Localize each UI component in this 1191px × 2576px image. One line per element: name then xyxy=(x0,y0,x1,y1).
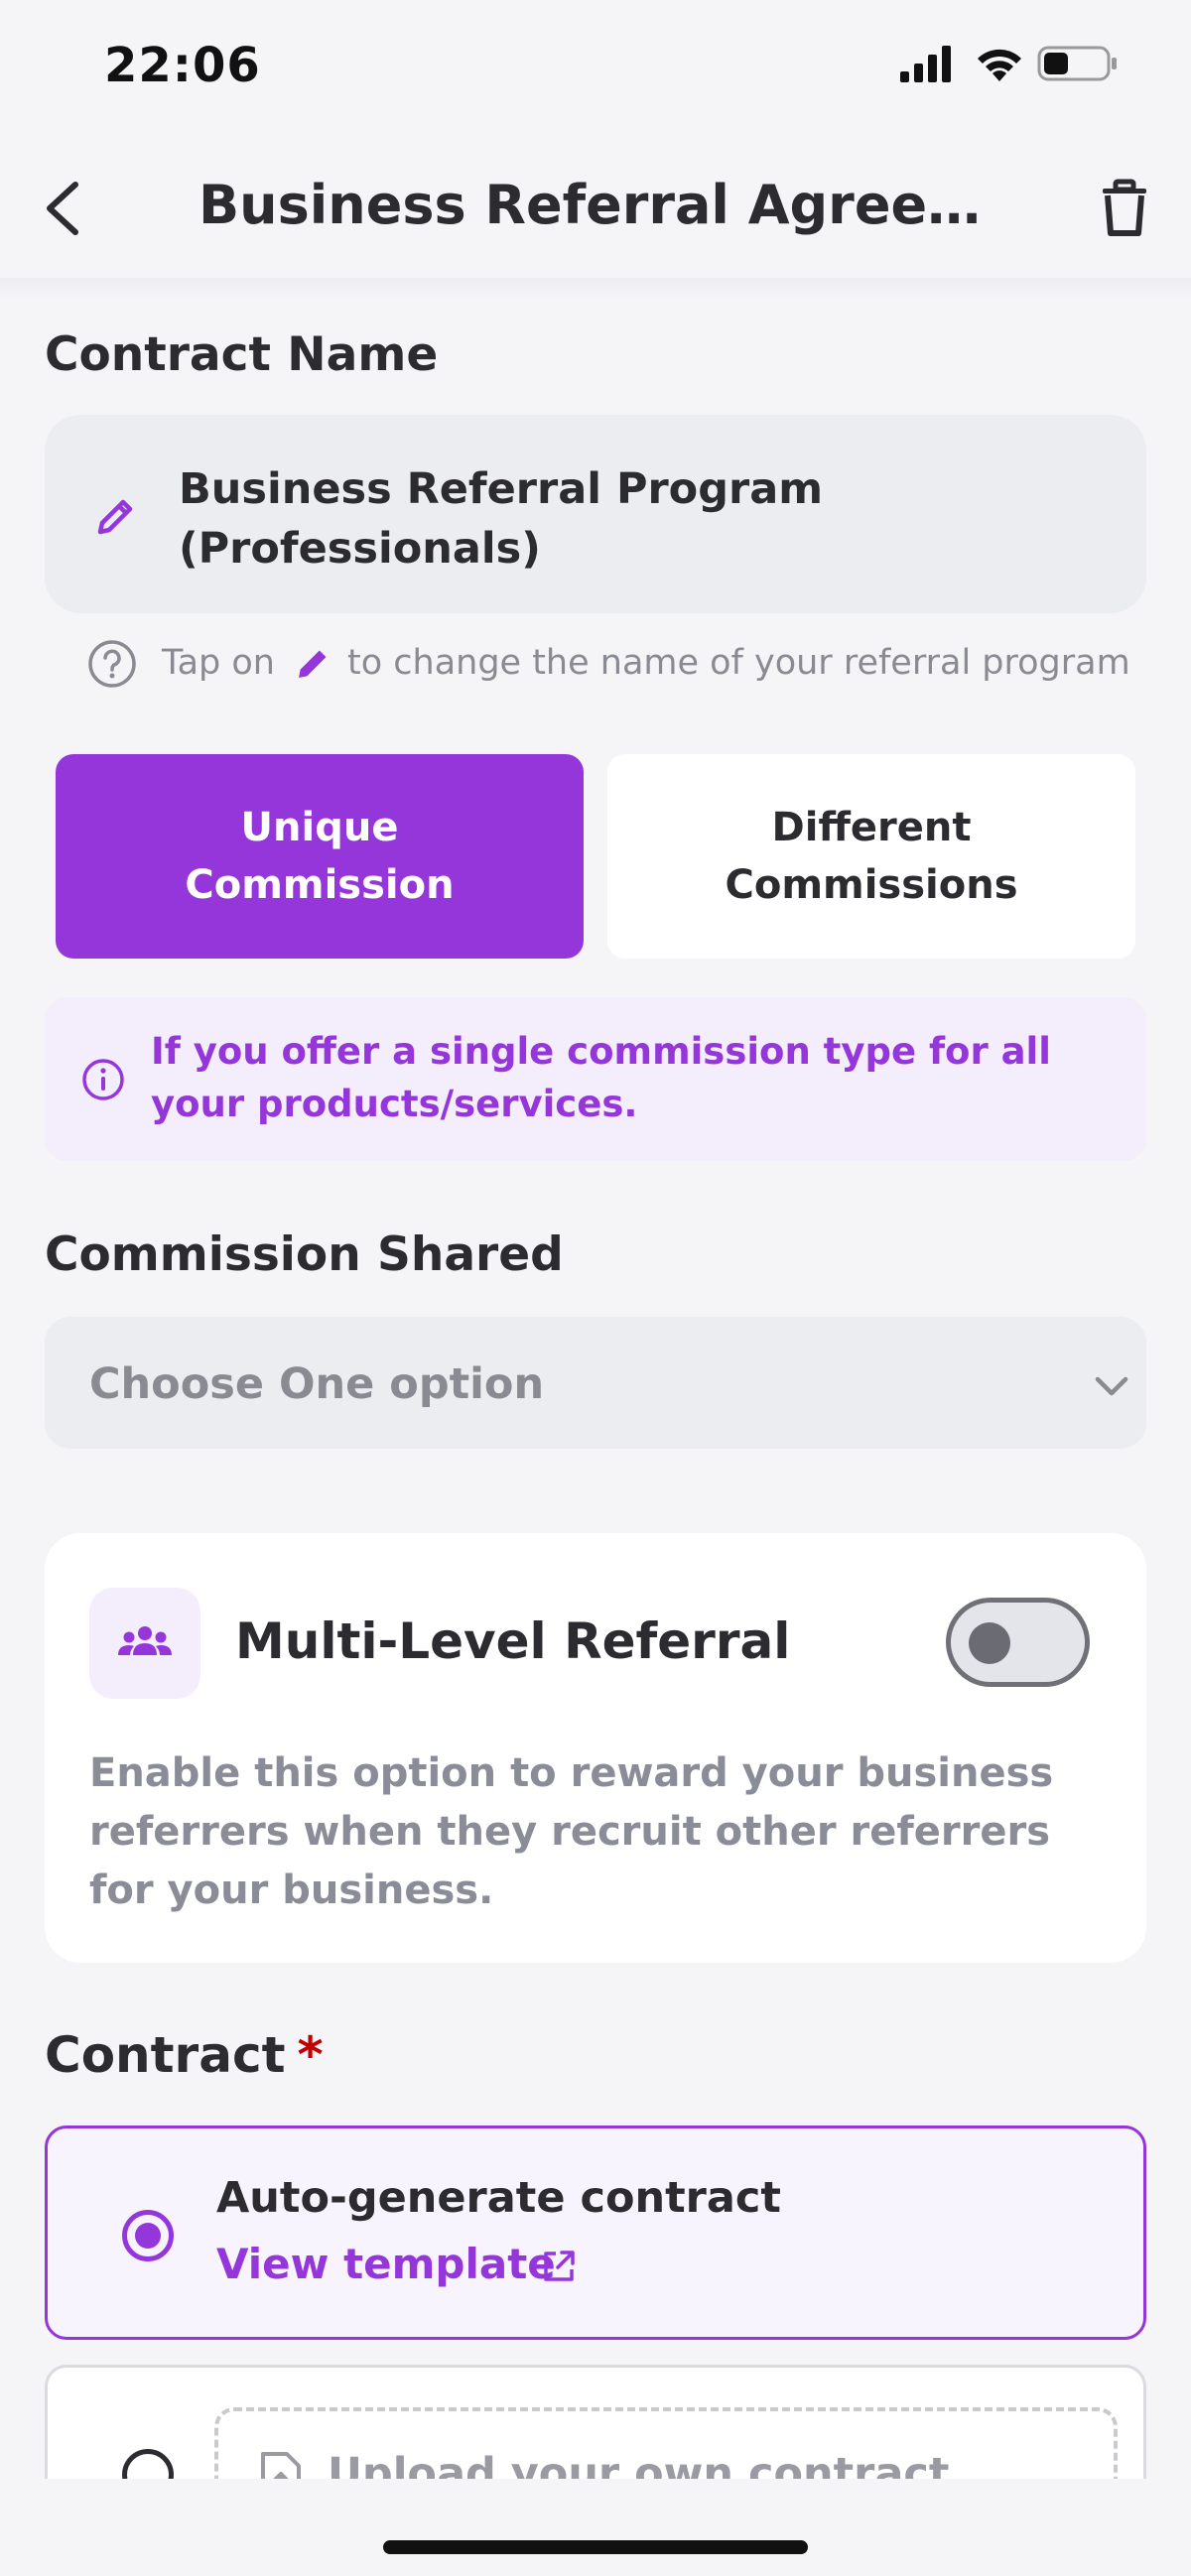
contract-label-text: Contract xyxy=(45,2026,286,2084)
people-icon-badge xyxy=(89,1588,200,1699)
commission-info-banner: If you offer a single commission type fo… xyxy=(45,997,1146,1161)
status-time: 22:06 xyxy=(104,38,261,93)
different-commissions-label: Different Commissions xyxy=(725,805,1018,908)
info-circle-icon xyxy=(82,1059,124,1100)
auto-generate-contract-option[interactable]: Auto-generate contract View template xyxy=(45,2125,1146,2340)
toggle-knob xyxy=(969,1622,1010,1664)
unique-commission-label: Unique Commission xyxy=(185,805,455,908)
header-divider xyxy=(0,278,1191,298)
status-bar: 22:06 xyxy=(0,0,1191,129)
multi-level-referral-toggle[interactable] xyxy=(946,1598,1090,1687)
commission-info-text: If you offer a single commission type fo… xyxy=(151,1030,1051,1125)
hint-text-after: to change the name of your referral prog… xyxy=(347,643,1130,683)
delete-button[interactable] xyxy=(1097,179,1152,238)
auto-generate-contract-title: Auto-generate contract xyxy=(216,2173,781,2223)
chevron-left-icon xyxy=(47,182,78,235)
contract-name-field[interactable]: Business Referral Program (Professionals… xyxy=(45,415,1146,613)
battery-icon xyxy=(1037,46,1117,81)
radio-selected[interactable] xyxy=(122,2210,174,2261)
chevron-down-icon xyxy=(1095,1376,1128,1396)
external-link-icon[interactable] xyxy=(540,2248,578,2285)
required-mark: * xyxy=(297,2026,324,2084)
pencil-icon xyxy=(299,650,327,678)
commission-shared-label: Commission Shared xyxy=(45,1227,564,1282)
bottom-safe-area xyxy=(0,2479,1191,2576)
unique-commission-button[interactable]: Unique Commission xyxy=(56,754,584,959)
signal-icon xyxy=(900,46,951,82)
contract-label: Contract * xyxy=(45,2026,324,2084)
wifi-icon xyxy=(978,49,1021,81)
pencil-icon[interactable] xyxy=(92,492,140,540)
contract-name-label: Contract Name xyxy=(45,327,439,382)
home-indicator[interactable] xyxy=(383,2540,808,2554)
trash-icon xyxy=(1103,179,1146,236)
view-template-link[interactable]: View template xyxy=(216,2240,556,2288)
people-icon xyxy=(118,1626,172,1655)
multi-level-referral-card: Multi-Level Referral Enable this option … xyxy=(45,1533,1146,1963)
page-title: Business Referral Agreem... xyxy=(198,174,992,236)
question-circle-icon xyxy=(88,640,136,688)
multi-level-referral-description: Enable this option to reward your busine… xyxy=(89,1750,1054,1913)
commission-shared-placeholder: Choose One option xyxy=(89,1359,545,1409)
commission-shared-select[interactable]: Choose One option xyxy=(45,1317,1146,1449)
multi-level-referral-title: Multi-Level Referral xyxy=(235,1612,791,1670)
contract-name-value: Business Referral Program (Professionals… xyxy=(179,464,824,574)
different-commissions-button[interactable]: Different Commissions xyxy=(607,754,1135,959)
nav-bar: Business Referral Agreem... xyxy=(0,159,1191,258)
hint-text-before: Tap on xyxy=(162,643,275,683)
back-button[interactable] xyxy=(36,179,95,238)
